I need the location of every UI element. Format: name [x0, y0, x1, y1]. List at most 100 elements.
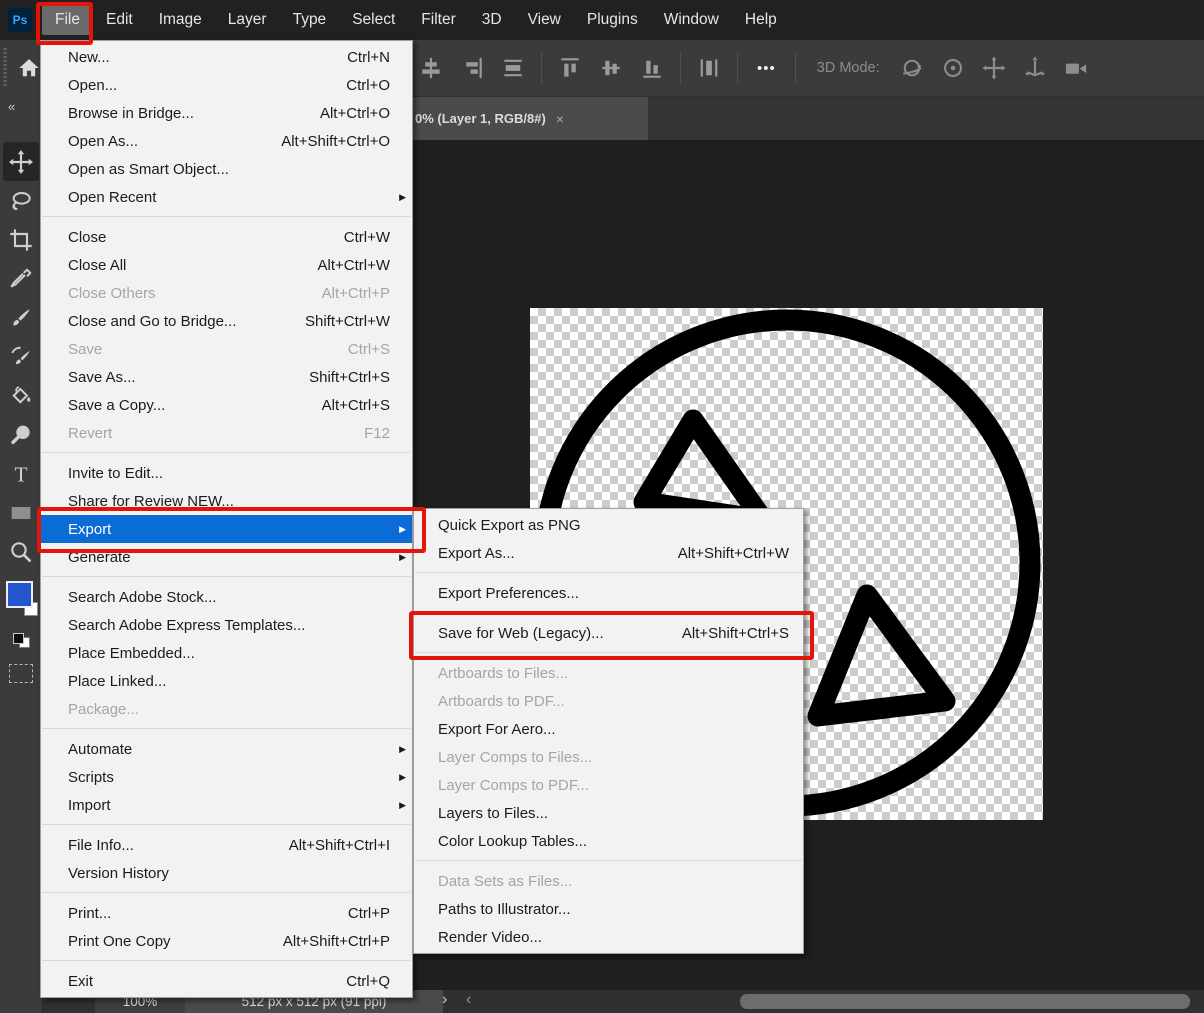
menubar-item-image[interactable]: Image	[146, 5, 215, 35]
tab-close-icon[interactable]: ×	[556, 111, 564, 127]
place-embedded-menu-item[interactable]: Place Embedded...	[41, 639, 412, 667]
export-as-menu-item[interactable]: Export As...Alt+Shift+Ctrl+W	[414, 539, 803, 567]
dodge-tool[interactable]	[3, 415, 39, 454]
3d-camera-icon[interactable]	[1063, 55, 1089, 81]
save-menu-item[interactable]: SaveCtrl+S	[41, 335, 412, 363]
open-recent-menu-item[interactable]: Open Recent▶	[41, 183, 412, 211]
align-right-edges-icon[interactable]	[459, 55, 485, 81]
file-info-menu-item[interactable]: File Info...Alt+Shift+Ctrl+I	[41, 831, 412, 859]
distribute-vertical-icon[interactable]	[696, 55, 722, 81]
revert-menu-item[interactable]: RevertF12	[41, 419, 412, 447]
lasso-tool[interactable]	[3, 181, 39, 220]
menu-item-label: File Info...	[68, 837, 134, 854]
align-top-edges-icon[interactable]	[557, 55, 583, 81]
eyedropper-tool[interactable]	[3, 259, 39, 298]
status-expand-icon[interactable]: ›	[442, 991, 447, 1009]
default-foreground-swatch	[13, 633, 24, 644]
svg-text:T: T	[14, 462, 27, 486]
menubar-item-layer[interactable]: Layer	[215, 5, 280, 35]
menu-item-shortcut: Shift+Ctrl+W	[305, 313, 390, 330]
save-as-menu-item[interactable]: Save As...Shift+Ctrl+S	[41, 363, 412, 391]
invite-to-edit-menu-item[interactable]: Invite to Edit...	[41, 459, 412, 487]
menubar-item-filter[interactable]: Filter	[408, 5, 468, 35]
menu-item-label: Exit	[68, 973, 93, 990]
search-adobe-stock-menu-item[interactable]: Search Adobe Stock...	[41, 583, 412, 611]
menubar-item-plugins[interactable]: Plugins	[574, 5, 651, 35]
open-menu-item[interactable]: Open...Ctrl+O	[41, 71, 412, 99]
3d-roll-icon[interactable]	[940, 55, 966, 81]
menubar-items: FileEditImageLayerTypeSelectFilter3DView…	[42, 5, 790, 35]
open-as-smart-object-menu-item[interactable]: Open as Smart Object...	[41, 155, 412, 183]
shape-tool[interactable]	[3, 493, 39, 532]
artboards-to-pdf-menu-item[interactable]: Artboards to PDF...	[414, 687, 803, 715]
close-menu-item[interactable]: CloseCtrl+W	[41, 223, 412, 251]
close-and-go-to-bridge-menu-item[interactable]: Close and Go to Bridge...Shift+Ctrl+W	[41, 307, 412, 335]
search-adobe-express-templates-menu-item[interactable]: Search Adobe Express Templates...	[41, 611, 412, 639]
open-as-menu-item[interactable]: Open As...Alt+Shift+Ctrl+O	[41, 127, 412, 155]
collapse-panel-icon[interactable]: «	[0, 96, 42, 120]
crop-tool[interactable]	[3, 220, 39, 259]
menu-item-label: Layer Comps to Files...	[438, 749, 592, 766]
menu-item-shortcut: Alt+Shift+Ctrl+O	[281, 133, 390, 150]
menubar-item-3d[interactable]: 3D	[469, 5, 515, 35]
zoom-tool[interactable]	[3, 532, 39, 571]
browse-in-bridge-menu-item[interactable]: Browse in Bridge...Alt+Ctrl+O	[41, 99, 412, 127]
align-vertical-centers-icon[interactable]	[418, 55, 444, 81]
layer-comps-to-files-menu-item[interactable]: Layer Comps to Files...	[414, 743, 803, 771]
print-menu-item[interactable]: Print...Ctrl+P	[41, 899, 412, 927]
menu-item-shortcut: Alt+Shift+Ctrl+W	[678, 545, 789, 562]
color-lookup-tables-menu-item[interactable]: Color Lookup Tables...	[414, 827, 803, 855]
menubar-item-edit[interactable]: Edit	[93, 5, 146, 35]
version-history-menu-item[interactable]: Version History	[41, 859, 412, 887]
3d-orbit-icon[interactable]	[899, 55, 925, 81]
brush-tool[interactable]	[3, 298, 39, 337]
place-linked-menu-item[interactable]: Place Linked...	[41, 667, 412, 695]
automate-menu-item[interactable]: Automate▶	[41, 735, 412, 763]
menubar-item-select[interactable]: Select	[339, 5, 408, 35]
menu-item-label: Browse in Bridge...	[68, 105, 194, 122]
default-colors-icon[interactable]	[13, 633, 30, 648]
close-all-menu-item[interactable]: Close AllAlt+Ctrl+W	[41, 251, 412, 279]
quick-export-as-png-menu-item[interactable]: Quick Export as PNG	[414, 511, 803, 539]
export-for-aero-menu-item[interactable]: Export For Aero...	[414, 715, 803, 743]
menubar-item-view[interactable]: View	[515, 5, 574, 35]
export-preferences-menu-item[interactable]: Export Preferences...	[414, 579, 803, 607]
menubar-item-help[interactable]: Help	[732, 5, 790, 35]
import-menu-item[interactable]: Import▶	[41, 791, 412, 819]
close-others-menu-item[interactable]: Close OthersAlt+Ctrl+P	[41, 279, 412, 307]
options-bar-grabber[interactable]	[3, 48, 7, 88]
exit-menu-item[interactable]: ExitCtrl+Q	[41, 967, 412, 995]
history-brush-tool[interactable]	[3, 337, 39, 376]
paths-to-illustrator-menu-item[interactable]: Paths to Illustrator...	[414, 895, 803, 923]
new-menu-item[interactable]: New...Ctrl+N	[41, 43, 412, 71]
type-tool[interactable]: T	[3, 454, 39, 493]
menu-separator	[42, 728, 411, 729]
package-menu-item[interactable]: Package...	[41, 695, 412, 723]
document-tab[interactable]: 0% (Layer 1, RGB/8#) ×	[410, 97, 648, 140]
layer-comps-to-pdf-menu-item[interactable]: Layer Comps to PDF...	[414, 771, 803, 799]
layers-to-files-menu-item[interactable]: Layers to Files...	[414, 799, 803, 827]
paint-bucket-tool[interactable]	[3, 376, 39, 415]
print-one-copy-menu-item[interactable]: Print One CopyAlt+Shift+Ctrl+P	[41, 927, 412, 955]
menu-item-label: Open Recent	[68, 189, 156, 206]
menu-item-label: Invite to Edit...	[68, 465, 163, 482]
menu-item-label: Open...	[68, 77, 117, 94]
status-collapse-icon[interactable]: ‹	[466, 991, 471, 1009]
render-video-menu-item[interactable]: Render Video...	[414, 923, 803, 951]
distribute-horizontal-icon[interactable]	[500, 55, 526, 81]
align-bottom-edges-icon[interactable]	[639, 55, 665, 81]
3d-pan-icon[interactable]	[981, 55, 1007, 81]
foreground-color-swatch[interactable]	[6, 581, 33, 608]
move-tool[interactable]	[3, 142, 39, 181]
quick-mask-mode-icon[interactable]	[9, 664, 33, 683]
data-sets-as-files-menu-item[interactable]: Data Sets as Files...	[414, 867, 803, 895]
3d-slide-icon[interactable]	[1022, 55, 1048, 81]
artboards-to-files-menu-item[interactable]: Artboards to Files...	[414, 659, 803, 687]
more-options-icon[interactable]: •••	[753, 60, 780, 77]
horizontal-scrollbar[interactable]	[740, 994, 1190, 1009]
menubar-item-type[interactable]: Type	[280, 5, 340, 35]
save-a-copy-menu-item[interactable]: Save a Copy...Alt+Ctrl+S	[41, 391, 412, 419]
align-horizontal-centers-icon[interactable]	[598, 55, 624, 81]
menubar-item-window[interactable]: Window	[651, 5, 732, 35]
scripts-menu-item[interactable]: Scripts▶	[41, 763, 412, 791]
